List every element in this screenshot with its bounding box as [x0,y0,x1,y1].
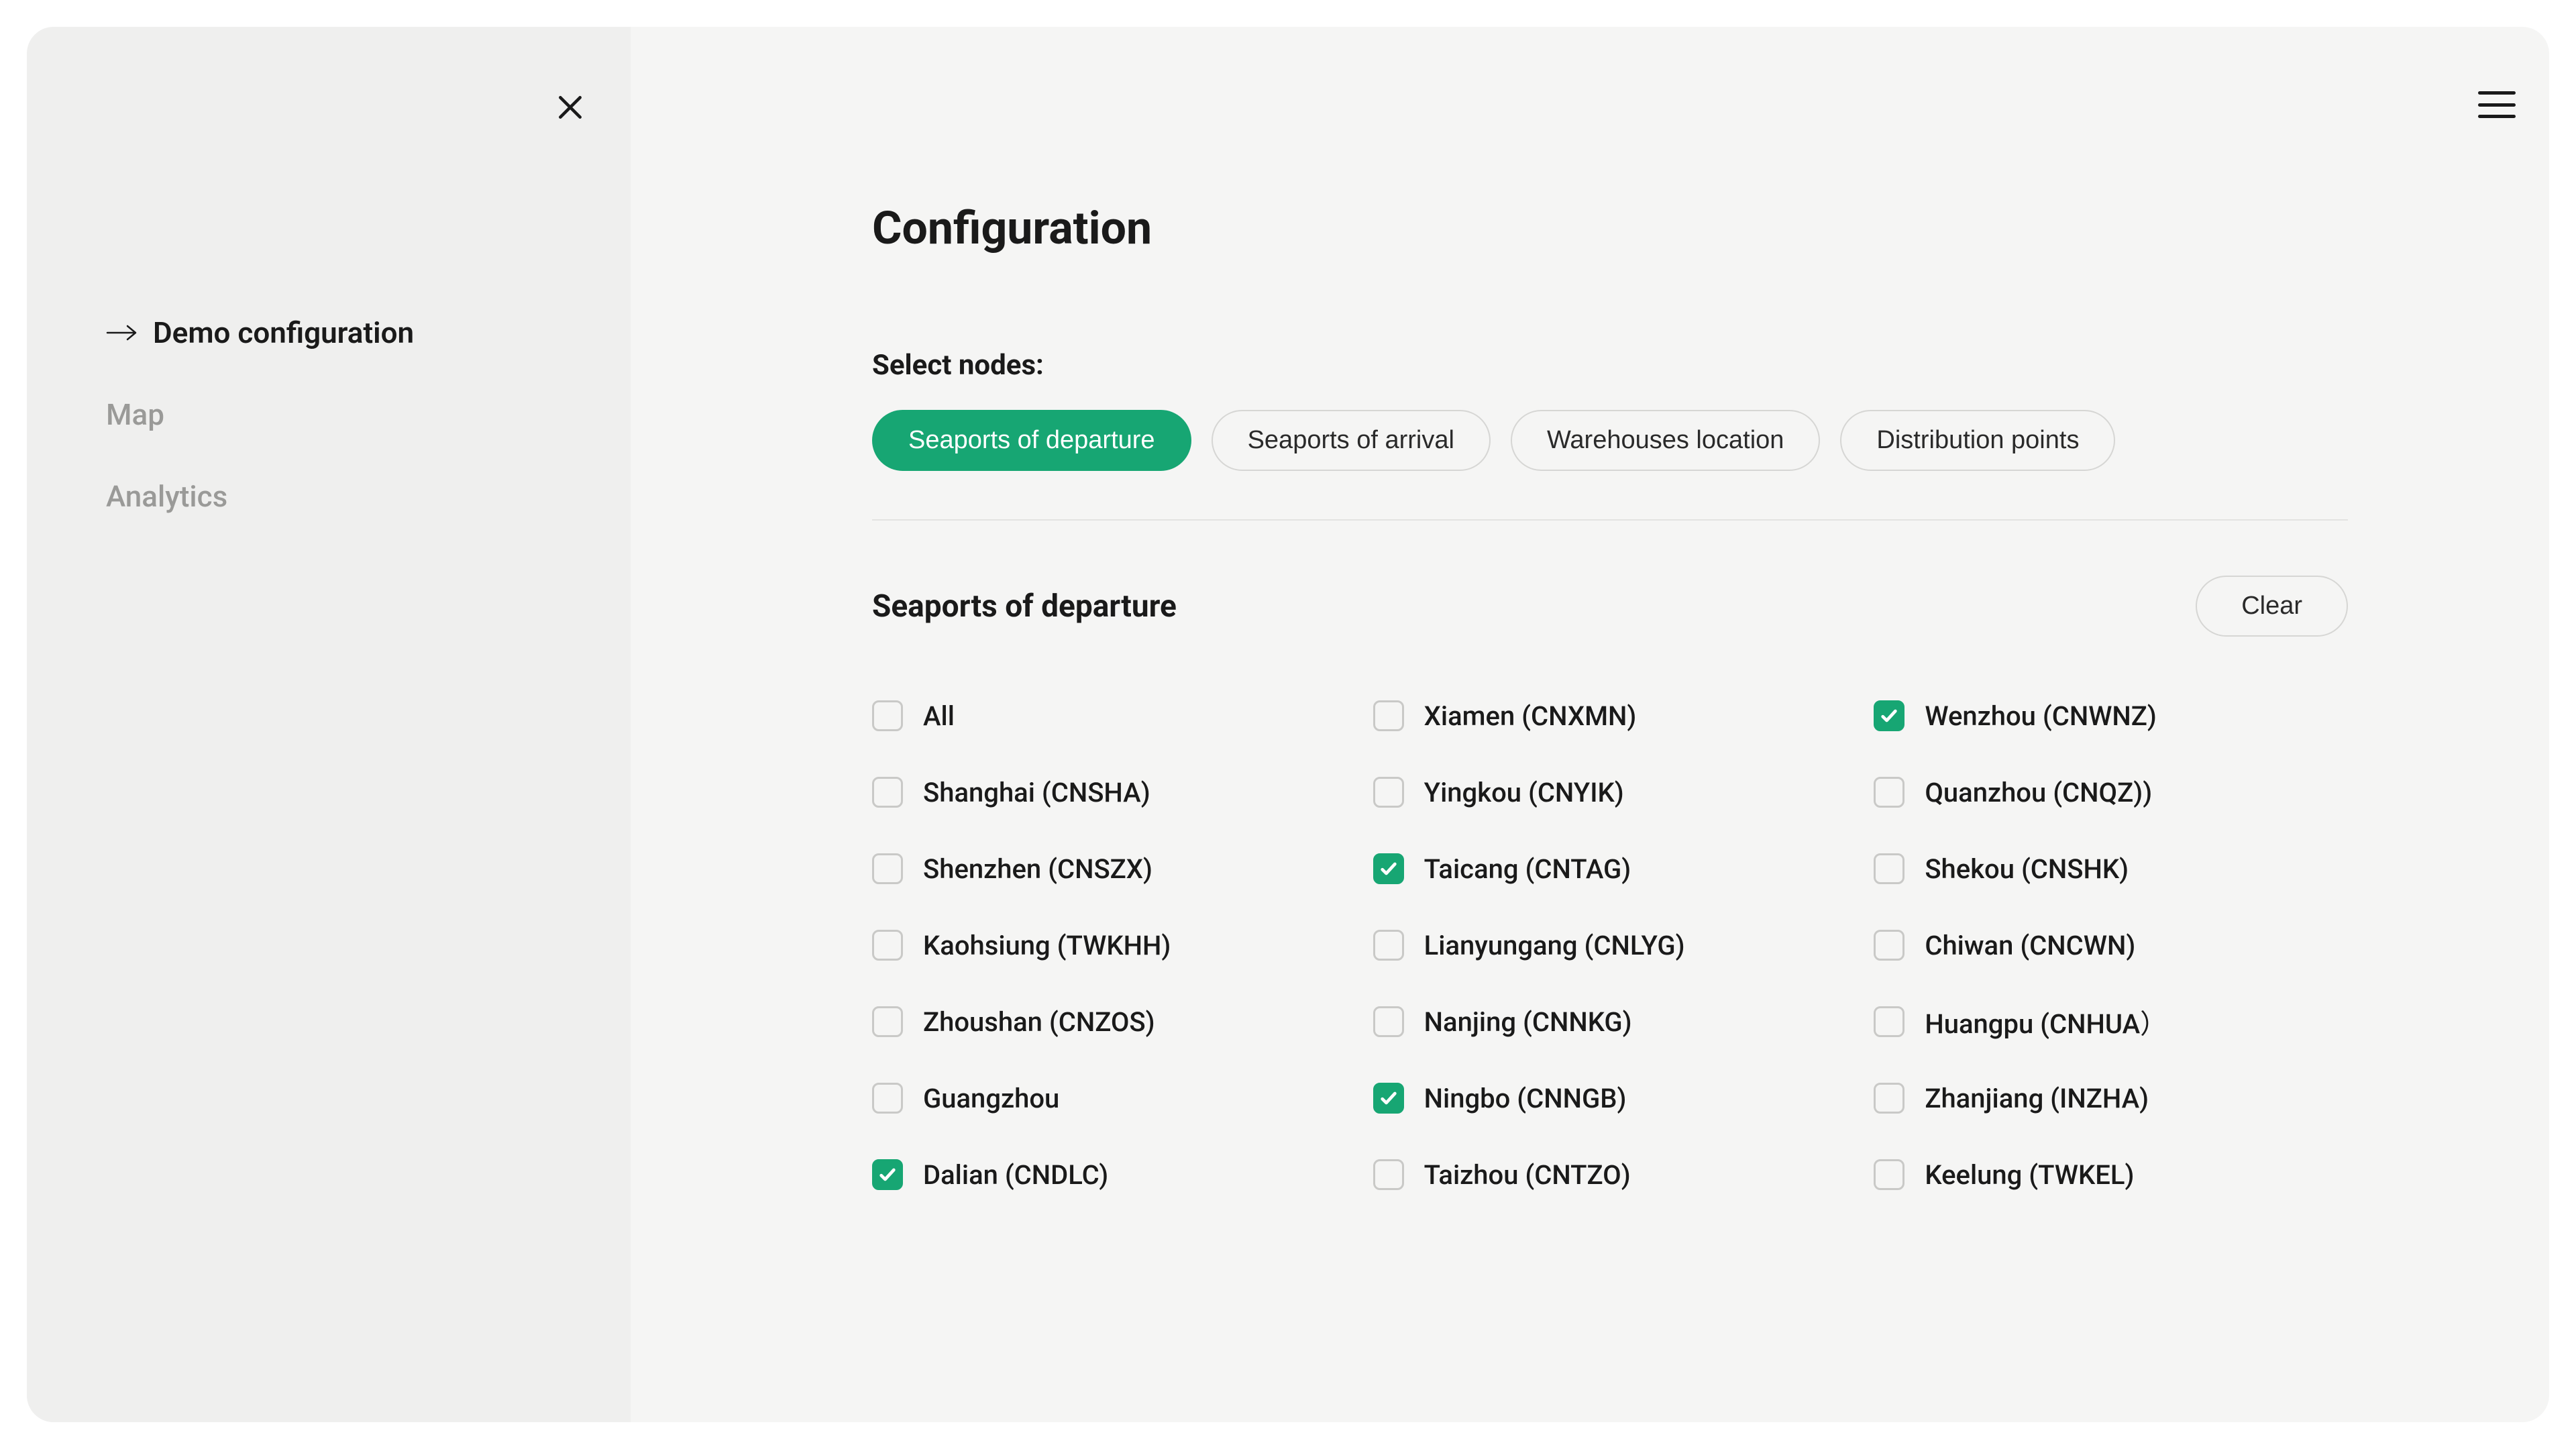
check-icon [1880,706,1898,725]
checkbox-item[interactable]: Shekou (CNSHK) [1874,850,2348,888]
checkbox-box[interactable] [1874,1159,1904,1190]
tab-distribution-points[interactable]: Distribution points [1840,410,2115,471]
checkbox-box[interactable] [1874,853,1904,884]
checkbox-item[interactable]: Guangzhou [872,1079,1346,1117]
checkbox-item[interactable]: Yingkou (CNYIK) [1373,773,1847,811]
check-icon [878,1165,897,1184]
checkbox-label: Shekou (CNSHK) [1925,853,2129,885]
checkbox-box[interactable] [1373,1083,1404,1114]
checkbox-item[interactable]: Ningbo (CNNGB) [1373,1079,1847,1117]
sidebar-item-analytics[interactable]: Analytics [106,479,631,514]
checkbox-label: Quanzhou (CNQZ)) [1925,777,2152,808]
main-content: Configuration Select nodes: Seaports of … [631,27,2549,1422]
checkbox-item[interactable]: Taicang (CNTAG) [1373,850,1847,888]
checkbox-label: Yingkou (CNYIK) [1424,777,1624,808]
app-window: Demo configuration Map Analytics Configu… [27,27,2549,1422]
checkbox-label: Kaohsiung (TWKHH) [923,930,1171,961]
checkbox-box[interactable] [1373,1006,1404,1037]
checkbox-item[interactable]: Taizhou (CNTZO) [1373,1156,1847,1193]
checkbox-item[interactable]: All [872,697,1346,735]
checkbox-item[interactable]: Dalian (CNDLC) [872,1156,1346,1193]
sidebar-item-label: Map [106,397,164,432]
tab-seaports-arrival[interactable]: Seaports of arrival [1212,410,1491,471]
check-icon [1379,859,1398,878]
checkbox-item[interactable]: Shenzhen (CNSZX) [872,850,1346,888]
close-button[interactable] [550,87,590,127]
checkbox-box[interactable] [1874,1083,1904,1114]
tab-seaports-departure[interactable]: Seaports of departure [872,410,1191,471]
checkbox-box[interactable] [872,853,903,884]
checkbox-box[interactable] [872,700,903,731]
checkbox-box[interactable] [872,1159,903,1190]
check-icon [1379,1089,1398,1108]
checkbox-item[interactable]: Shanghai (CNSHA) [872,773,1346,811]
sidebar: Demo configuration Map Analytics [27,27,631,1422]
checkbox-label: Zhoushan (CNZOS) [923,1006,1155,1038]
checkbox-label: Lianyungang (CNLYG) [1424,930,1685,961]
sidebar-item-demo-configuration[interactable]: Demo configuration [106,315,631,350]
checkbox-item[interactable]: Lianyungang (CNLYG) [1373,926,1847,964]
checkbox-label: Keelung (TWKEL) [1925,1159,2134,1191]
close-icon [555,93,585,122]
checkbox-box[interactable] [1373,1159,1404,1190]
checkbox-box[interactable] [1874,777,1904,808]
checkbox-item[interactable]: Chiwan (CNCWN) [1874,926,2348,964]
checkbox-box[interactable] [1373,777,1404,808]
checkbox-box[interactable] [872,1083,903,1114]
checkbox-box[interactable] [872,930,903,961]
sidebar-nav: Demo configuration Map Analytics [106,315,631,514]
checkbox-item[interactable]: Huangpu (CNHUA） [1874,1003,2348,1040]
checkbox-label: Dalian (CNDLC) [923,1159,1108,1191]
sidebar-item-label: Demo configuration [153,315,414,350]
checkbox-label: Huangpu (CNHUA） [1925,1002,2167,1041]
checkbox-item[interactable]: Wenzhou (CNWNZ) [1874,697,2348,735]
section-header: Seaports of departure Clear [872,576,2348,637]
sidebar-item-map[interactable]: Map [106,397,631,432]
menu-button[interactable] [2478,91,2516,118]
checkbox-grid: All Shanghai (CNSHA) Shenzhen (CNSZX) Kaohs… [872,697,2348,1193]
checkbox-item[interactable]: Xiamen (CNXMN) [1373,697,1847,735]
checkbox-box[interactable] [872,777,903,808]
checkbox-box[interactable] [1373,700,1404,731]
checkbox-label: Zhanjiang (INZHA) [1925,1083,2149,1114]
checkbox-item[interactable]: Nanjing (CNNKG) [1373,1003,1847,1040]
checkbox-item[interactable]: Kaohsiung (TWKHH) [872,926,1346,964]
arrow-right-icon [106,322,138,343]
checkbox-label: Guangzhou [923,1083,1059,1114]
checkbox-box[interactable] [1373,930,1404,961]
checkbox-box[interactable] [1874,700,1904,731]
checkbox-item[interactable]: Zhanjiang (INZHA) [1874,1079,2348,1117]
select-nodes-label: Select nodes: [872,349,2348,382]
checkbox-label: Taizhou (CNTZO) [1424,1159,1631,1191]
checkbox-item[interactable]: Quanzhou (CNQZ)) [1874,773,2348,811]
section-title: Seaports of departure [872,588,1177,625]
checkbox-label: Chiwan (CNCWN) [1925,930,2135,961]
checkbox-label: Ningbo (CNNGB) [1424,1083,1627,1114]
checkbox-box[interactable] [1874,1006,1904,1037]
hamburger-icon [2478,91,2516,95]
checkbox-label: All [923,700,955,732]
checkbox-item[interactable]: Keelung (TWKEL) [1874,1156,2348,1193]
checkbox-label: Shenzhen (CNSZX) [923,853,1152,885]
checkbox-box[interactable] [872,1006,903,1037]
clear-button[interactable]: Clear [2196,576,2348,637]
page-title: Configuration [872,201,2348,255]
checkbox-box[interactable] [1874,930,1904,961]
checkbox-label: Xiamen (CNXMN) [1424,700,1637,732]
node-tabs: Seaports of departure Seaports of arriva… [872,410,2348,521]
checkbox-label: Wenzhou (CNWNZ) [1925,700,2157,732]
tab-warehouses-location[interactable]: Warehouses location [1511,410,1820,471]
sidebar-item-label: Analytics [106,479,227,514]
checkbox-label: Nanjing (CNNKG) [1424,1006,1632,1038]
checkbox-box[interactable] [1373,853,1404,884]
checkbox-item[interactable]: Zhoushan (CNZOS) [872,1003,1346,1040]
checkbox-label: Taicang (CNTAG) [1424,853,1631,885]
checkbox-label: Shanghai (CNSHA) [923,777,1150,808]
